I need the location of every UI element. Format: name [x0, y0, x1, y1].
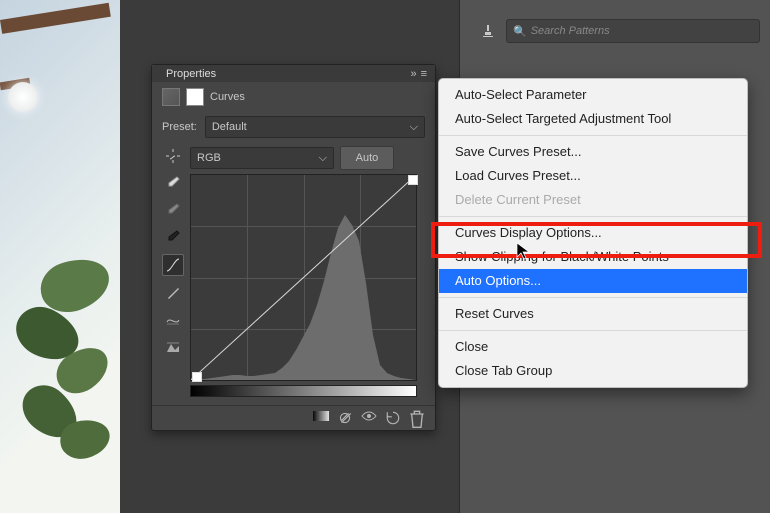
properties-panel: Properties » ≡ Curves Preset: Default ⌵ — [151, 64, 436, 431]
preset-dropdown[interactable]: Default ⌵ — [205, 116, 425, 138]
reset-icon[interactable] — [385, 410, 401, 426]
pattern-stamp-icon[interactable] — [480, 23, 496, 39]
menu-item-auto-select-tat[interactable]: Auto-Select Targeted Adjustment Tool — [439, 107, 747, 131]
channel-dropdown[interactable]: RGB ⌵ — [190, 147, 334, 169]
chevron-down-icon: ⌵ — [410, 121, 418, 134]
menu-separator — [439, 330, 747, 331]
menu-item-save-preset[interactable]: Save Curves Preset... — [439, 140, 747, 164]
adjustment-type-label: Curves — [210, 91, 245, 103]
menu-item-display-options[interactable]: Curves Display Options... — [439, 221, 747, 245]
menu-item-load-preset[interactable]: Load Curves Preset... — [439, 164, 747, 188]
document-image — [0, 0, 120, 513]
plant — [10, 250, 110, 510]
curve-point-highlight[interactable] — [408, 175, 418, 185]
menu-item-close[interactable]: Close — [439, 335, 747, 359]
adjustment-curves-icon — [162, 88, 180, 106]
collapse-icon[interactable]: » — [410, 68, 414, 80]
document-canvas[interactable] — [0, 0, 120, 513]
curve-draw-tool-icon[interactable] — [163, 283, 183, 303]
eyedropper-black-icon[interactable] — [163, 227, 183, 247]
curve-line — [191, 175, 416, 380]
menu-item-reset-curves[interactable]: Reset Curves — [439, 302, 747, 326]
gradient-swatch-icon[interactable] — [313, 410, 329, 426]
menu-item-auto-options[interactable]: Auto Options... — [439, 269, 747, 293]
panel-context-menu: Auto-Select Parameter Auto-Select Target… — [438, 78, 748, 388]
layer-mask-icon[interactable] — [186, 88, 204, 106]
clip-to-layer-icon[interactable] — [337, 410, 353, 426]
wood-beam — [0, 3, 111, 34]
search-placeholder: Search Patterns — [531, 25, 610, 37]
chevron-down-icon: ⌵ — [319, 152, 327, 165]
curve-point-shadow[interactable] — [192, 372, 202, 382]
panel-menu-icon[interactable]: ≡ — [421, 68, 427, 80]
curve-point-tool-icon[interactable] — [162, 254, 184, 276]
curves-graph[interactable] — [190, 174, 417, 381]
menu-separator — [439, 135, 747, 136]
trash-icon[interactable] — [409, 410, 425, 426]
ceiling-light — [8, 82, 38, 112]
preset-label: Preset: — [162, 121, 197, 133]
menu-item-show-clipping[interactable]: Show Clipping for Black/White Points — [439, 245, 747, 269]
menu-item-delete-preset: Delete Current Preset — [439, 188, 747, 212]
menu-separator — [439, 216, 747, 217]
search-icon: 🔍 — [513, 25, 527, 38]
targeted-adjustment-icon[interactable] — [163, 146, 183, 166]
clip-hist-icon[interactable] — [163, 337, 183, 357]
visibility-icon[interactable] — [361, 410, 377, 426]
menu-item-auto-select-parameter[interactable]: Auto-Select Parameter — [439, 83, 747, 107]
eyedropper-white-icon[interactable] — [163, 173, 183, 193]
menu-separator — [439, 297, 747, 298]
auto-button[interactable]: Auto — [340, 146, 394, 170]
eyedropper-gray-icon[interactable] — [163, 200, 183, 220]
smooth-curve-icon[interactable] — [163, 310, 183, 330]
properties-tab[interactable]: Properties — [160, 68, 222, 80]
input-gradient[interactable] — [190, 385, 417, 397]
search-patterns-input[interactable]: 🔍 Search Patterns — [506, 19, 760, 43]
menu-item-close-tab-group[interactable]: Close Tab Group — [439, 359, 747, 383]
